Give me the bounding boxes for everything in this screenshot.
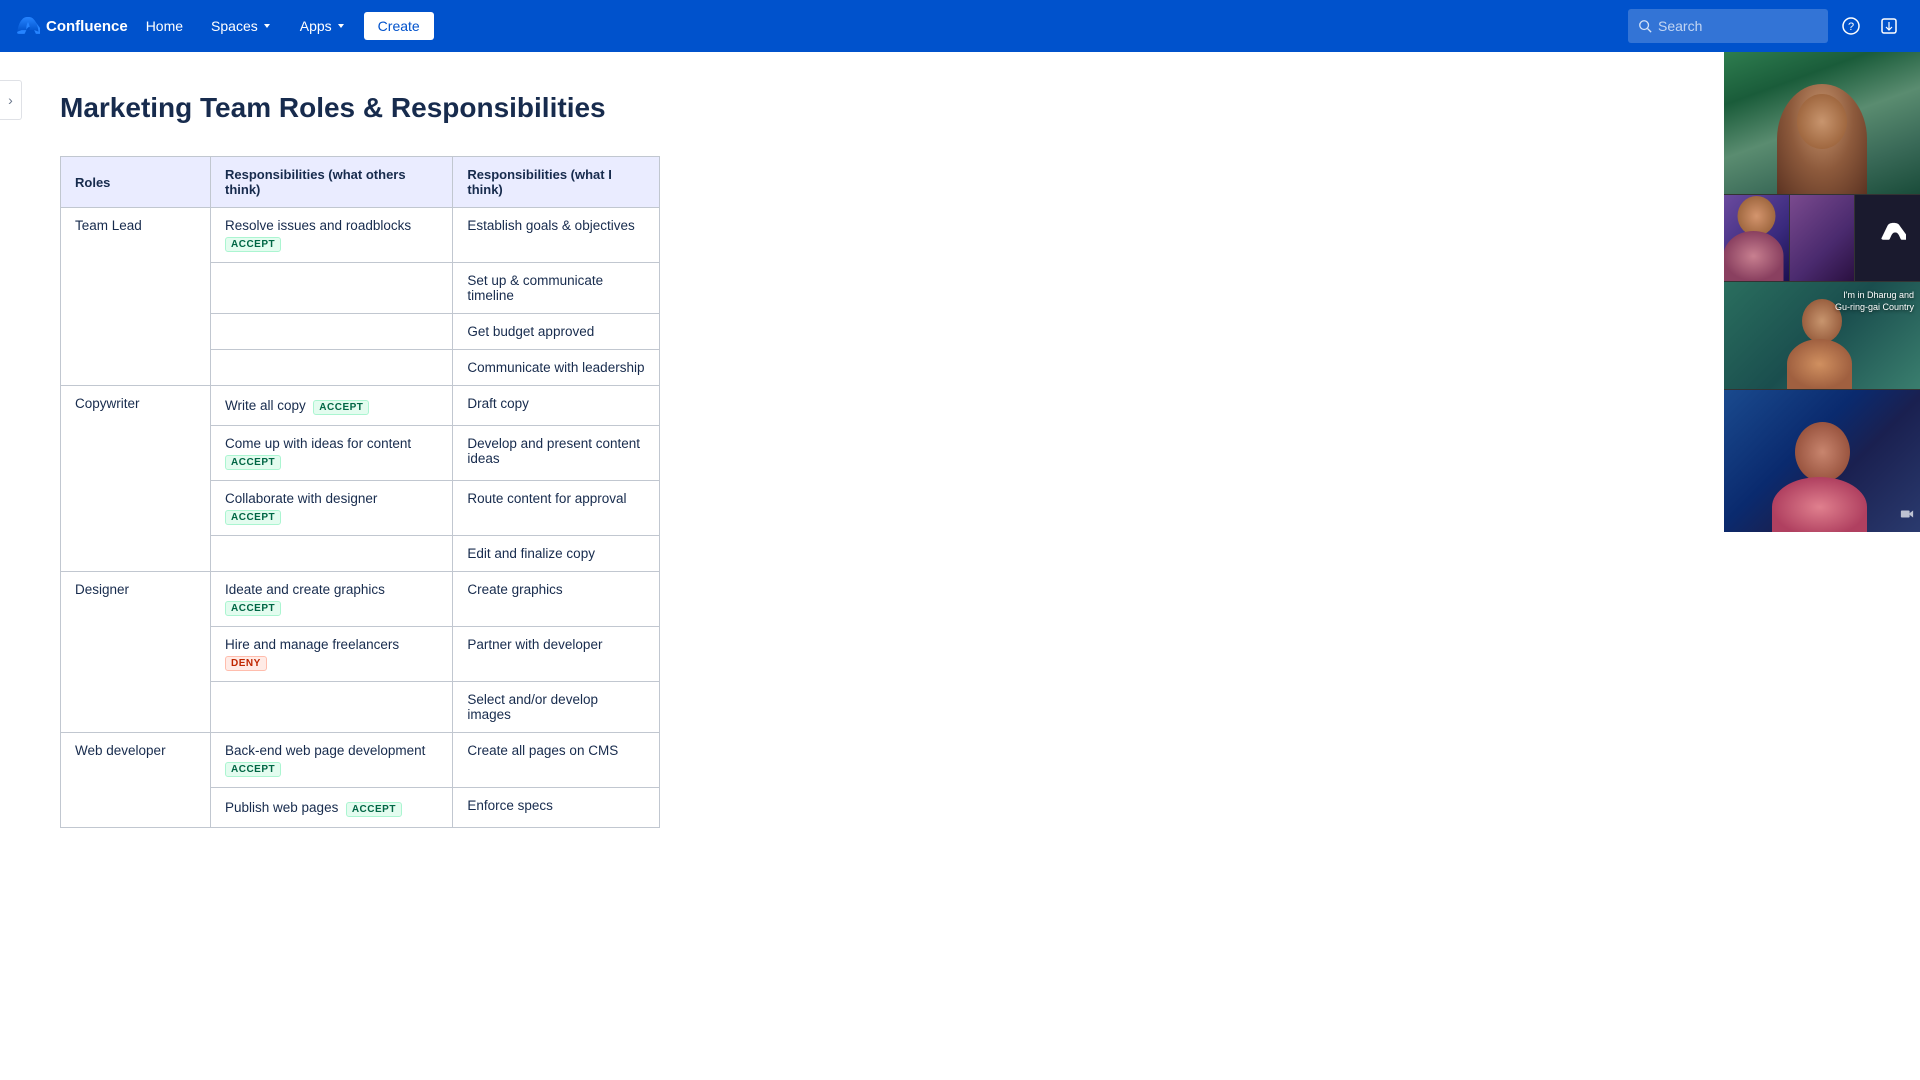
col-others: Responsibilities (what others think) (211, 157, 453, 208)
table-row: Copywriter Write all copy ACCEPT Draft c… (61, 386, 660, 426)
table-row: Web developer Back-end web page developm… (61, 733, 660, 788)
spaces-link[interactable]: Spaces (201, 12, 282, 40)
mine-cell: Select and/or develop images (453, 682, 660, 733)
mine-cell: Create all pages on CMS (453, 733, 660, 788)
mine-cell: Get budget approved (453, 314, 660, 350)
video-tile-2 (1724, 195, 1789, 280)
others-cell (211, 350, 453, 386)
others-cell (211, 536, 453, 572)
others-cell (211, 682, 453, 733)
video-tile-6 (1724, 390, 1920, 532)
others-cell: Resolve issues and roadblocks ACCEPT (211, 208, 453, 263)
others-cell: Come up with ideas for content ACCEPT (211, 426, 453, 481)
others-cell: Ideate and create graphics ACCEPT (211, 572, 453, 627)
help-icon: ? (1842, 17, 1860, 35)
search-icon (1638, 19, 1652, 33)
table-row: Team Lead Resolve issues and roadblocks … (61, 208, 660, 263)
others-cell: Back-end web page development ACCEPT (211, 733, 453, 788)
mine-cell: Route content for approval (453, 481, 660, 536)
badge-deny: DENY (225, 656, 267, 671)
badge-accept: ACCEPT (313, 400, 369, 415)
badge-accept: ACCEPT (225, 601, 281, 616)
main-content: Marketing Team Roles & Responsibilities … (0, 52, 1200, 908)
page-title: Marketing Team Roles & Responsibilities (60, 92, 1140, 124)
role-cell: Copywriter (61, 386, 211, 572)
role-cell: Web developer (61, 733, 211, 828)
table-row: Designer Ideate and create graphics ACCE… (61, 572, 660, 627)
mine-cell: Develop and present content ideas (453, 426, 660, 481)
confluence-logo[interactable]: Confluence (16, 14, 128, 38)
mine-cell: Establish goals & objectives (453, 208, 660, 263)
home-link[interactable]: Home (136, 12, 193, 40)
create-button[interactable]: Create (364, 12, 434, 40)
badge-accept: ACCEPT (225, 455, 281, 470)
others-cell: Collaborate with designer ACCEPT (211, 481, 453, 536)
mine-cell: Set up & communicate timeline (453, 263, 660, 314)
signin-icon (1880, 17, 1898, 35)
search-bar[interactable]: Search (1628, 9, 1828, 43)
help-button[interactable]: ? (1836, 11, 1866, 41)
table-header-row: Roles Responsibilities (what others thin… (61, 157, 660, 208)
others-cell (211, 263, 453, 314)
roles-table: Roles Responsibilities (what others thin… (60, 156, 660, 828)
badge-accept: ACCEPT (346, 802, 402, 817)
badge-accept: ACCEPT (225, 237, 281, 252)
others-cell: Publish web pages ACCEPT (211, 788, 453, 828)
role-cell: Designer (61, 572, 211, 733)
mine-cell: Partner with developer (453, 627, 660, 682)
video-tile-1 (1724, 52, 1920, 194)
badge-accept: ACCEPT (225, 762, 281, 777)
video-tile-5: I'm in Dharug andGu-ring-gai Country (1724, 282, 1920, 389)
mine-cell: Communicate with leadership (453, 350, 660, 386)
video-icon (1900, 507, 1914, 521)
others-cell: Hire and manage freelancers DENY (211, 627, 453, 682)
others-cell (211, 314, 453, 350)
atlassian-logo-icon (1870, 220, 1906, 256)
video-tile-3 (1790, 195, 1855, 280)
mine-cell: Enforce specs (453, 788, 660, 828)
role-cell: Team Lead (61, 208, 211, 386)
mine-cell: Draft copy (453, 386, 660, 426)
navigation: Confluence Home Spaces Apps Create Searc… (0, 0, 1920, 52)
sidebar-toggle[interactable]: › (0, 80, 22, 120)
others-cell: Write all copy ACCEPT (211, 386, 453, 426)
video-panel: I'm in Dharug andGu-ring-gai Country (1724, 52, 1920, 532)
svg-text:?: ? (1848, 21, 1854, 33)
col-mine: Responsibilities (what I think) (453, 157, 660, 208)
col-roles: Roles (61, 157, 211, 208)
video-tile-4-logo (1855, 195, 1920, 280)
video-row-middle (1724, 195, 1920, 280)
mine-cell: Create graphics (453, 572, 660, 627)
badge-accept: ACCEPT (225, 510, 281, 525)
mine-cell: Edit and finalize copy (453, 536, 660, 572)
signin-button[interactable] (1874, 11, 1904, 41)
apps-link[interactable]: Apps (290, 12, 356, 40)
